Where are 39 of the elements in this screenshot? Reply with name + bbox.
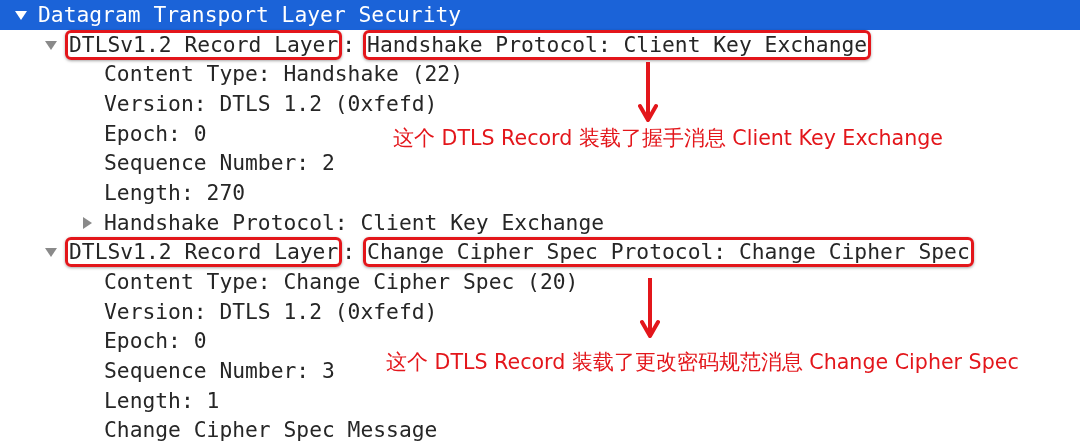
tree-row[interactable]: Version: DTLS 1.2 (0xfefd) xyxy=(0,89,438,119)
down-arrow-icon xyxy=(640,278,660,338)
tree-row[interactable]: Content Type: Change Cipher Spec (20) xyxy=(0,267,579,297)
tree-row[interactable]: DTLSv1.2 Record Layer : Handshake Protocol: Client Key Exchange xyxy=(0,29,872,60)
tree-row[interactable]: Epoch: 0 xyxy=(0,118,207,149)
tree-label: Sequence Number: 2 xyxy=(104,151,335,176)
tree-label: Datagram Transport Layer Security xyxy=(38,2,462,27)
highlighted-label: Handshake Protocol: Client Key Exchange xyxy=(363,29,872,60)
tree-label: Length: 1 xyxy=(104,388,220,413)
tree-label: Epoch: 0 xyxy=(104,329,207,354)
highlighted-label: DTLSv1.2 Record Layer xyxy=(65,29,343,60)
tree-label: Content Type: Change Cipher Spec (20) xyxy=(104,270,579,295)
tree-row[interactable]: Length: 270 xyxy=(0,178,246,208)
tree-row[interactable]: Sequence Number: 2 xyxy=(0,148,335,179)
tree-label: Version: DTLS 1.2 (0xfefd) xyxy=(104,299,438,324)
tree-label: Version: DTLS 1.2 (0xfefd) xyxy=(104,91,438,116)
tree-row[interactable]: Epoch: 0 xyxy=(0,326,207,357)
tree-label: Content Type: Handshake (22) xyxy=(104,62,463,87)
tree-row[interactable]: DTLSv1.2 Record Layer : Change Cipher Spec Protocol: Change Cipher Spec xyxy=(0,237,974,268)
tree-label: Handshake Protocol: Client Key Exchange xyxy=(104,210,605,235)
tree-row[interactable]: Change Cipher Spec Message xyxy=(0,415,438,445)
selected-row[interactable]: Datagram Transport Layer Security xyxy=(0,0,1080,30)
highlighted-label: Change Cipher Spec Protocol: Change Cipher Spec xyxy=(363,237,974,268)
annotation-text: 这个 DTLS Record 装载了更改密码规范消息 Change Cipher Spec xyxy=(386,349,1019,376)
down-arrow-icon xyxy=(638,62,658,122)
highlighted-label: DTLSv1.2 Record Layer xyxy=(65,237,343,268)
tree-row[interactable]: Version: DTLS 1.2 (0xfefd) xyxy=(0,296,438,327)
separator: : xyxy=(342,240,356,265)
tree-label: Sequence Number: 3 xyxy=(104,359,335,384)
tree-row[interactable]: Sequence Number: 3 xyxy=(0,356,335,386)
tree-row[interactable]: Content Type: Handshake (22) xyxy=(0,59,463,90)
tree-label: Change Cipher Spec Message xyxy=(104,418,438,443)
annotation-text: 这个 DTLS Record 装载了握手消息 Client Key Exchange xyxy=(393,125,943,152)
tree-row[interactable]: Length: 1 xyxy=(0,385,220,416)
tree-row[interactable]: Handshake Protocol: Client Key Exchange xyxy=(0,207,605,238)
tree-label: Epoch: 0 xyxy=(104,121,207,146)
collapsed-arrow-icon[interactable] xyxy=(80,215,94,230)
separator: : xyxy=(342,32,356,57)
tree-label: Length: 270 xyxy=(104,180,246,205)
